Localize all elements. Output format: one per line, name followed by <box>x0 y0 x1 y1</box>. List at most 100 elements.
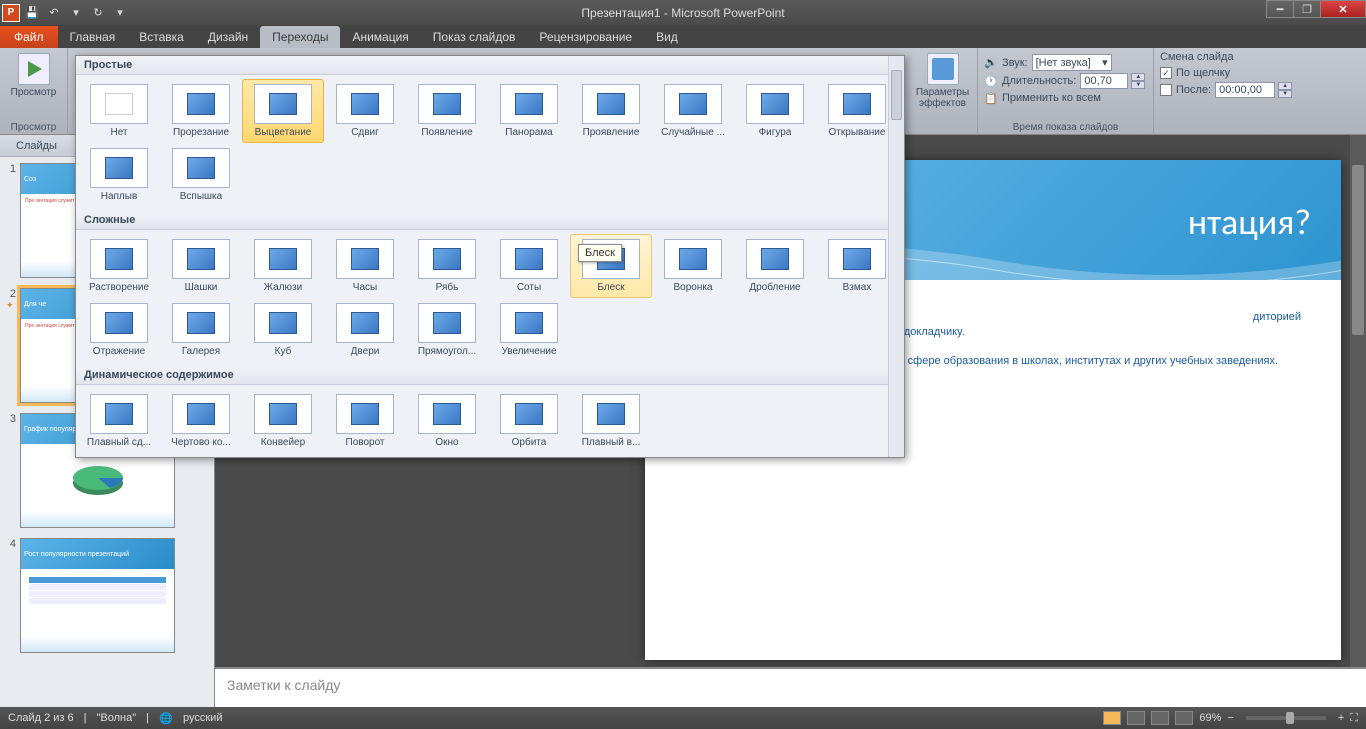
transition-плавныйв[interactable]: Плавный в... <box>570 389 652 453</box>
tab-file[interactable]: Файл <box>0 26 58 48</box>
scrollbar-thumb[interactable] <box>891 70 902 120</box>
after-checkbox[interactable]: После: 00:00,00 ▲▼ <box>1160 82 1338 98</box>
transition-выцветание[interactable]: Выцветание <box>242 79 324 143</box>
transition-icon <box>336 84 394 124</box>
window-title: Презентация1 - Microsoft PowerPoint <box>581 6 784 20</box>
maximize-button[interactable]: ❐ <box>1293 0 1321 18</box>
transition-соты[interactable]: Соты <box>488 234 570 298</box>
transition-icon <box>172 239 230 279</box>
transition-фигура[interactable]: Фигура <box>734 79 816 143</box>
transition-отражение[interactable]: Отражение <box>78 298 160 362</box>
tab-insert[interactable]: Вставка <box>127 26 196 48</box>
tab-view[interactable]: Вид <box>644 26 690 48</box>
transition-случайные[interactable]: Случайные ... <box>652 79 734 143</box>
tab-slideshow[interactable]: Показ слайдов <box>421 26 528 48</box>
transition-icon <box>336 239 394 279</box>
app-icon[interactable]: P <box>2 4 20 22</box>
sound-dropdown[interactable]: [Нет звука]▾ <box>1032 54 1112 71</box>
transition-icon <box>582 394 640 434</box>
view-normal-button[interactable] <box>1103 711 1121 725</box>
transition-шашки[interactable]: Шашки <box>160 234 242 298</box>
tab-design[interactable]: Дизайн <box>196 26 260 48</box>
tab-animations[interactable]: Анимация <box>340 26 420 48</box>
transition-куб[interactable]: Куб <box>242 298 324 362</box>
qat-customize-icon[interactable]: ▾ <box>110 3 130 23</box>
transition-взмах[interactable]: Взмах <box>816 234 898 298</box>
transition-прорезание[interactable]: Прорезание <box>160 79 242 143</box>
on-click-checkbox[interactable]: ✓ По щелчку <box>1160 67 1338 79</box>
group-timing: 🔊 Звук: [Нет звука]▾ 🕐 Длительность: 00,… <box>978 48 1154 135</box>
transition-чертовоко[interactable]: Чертово ко... <box>160 389 242 453</box>
thumb-number: 3 <box>6 413 16 425</box>
effect-options-button[interactable]: Параметры эффектов <box>908 48 978 135</box>
transition-icon <box>664 239 722 279</box>
transition-появление[interactable]: Появление <box>406 79 488 143</box>
view-sorter-button[interactable] <box>1127 711 1145 725</box>
transition-часы[interactable]: Часы <box>324 234 406 298</box>
tab-transitions[interactable]: Переходы <box>260 26 340 48</box>
tab-review[interactable]: Рецензирование <box>527 26 644 48</box>
after-input[interactable]: 00:00,00 <box>1215 82 1275 98</box>
transition-icon <box>500 239 558 279</box>
vertical-scrollbar[interactable] <box>1350 135 1366 667</box>
zoom-out-button[interactable]: − <box>1227 712 1233 724</box>
save-icon[interactable]: 💾 <box>22 3 42 23</box>
transition-увеличение[interactable]: Увеличение <box>488 298 570 362</box>
duration-input[interactable]: 00,70 <box>1080 73 1128 89</box>
thumbnail-4[interactable]: 4Рост популярности презентаций <box>6 538 208 653</box>
gallery-scrollbar[interactable] <box>888 56 904 457</box>
transition-жалюзи[interactable]: Жалюзи <box>242 234 324 298</box>
transition-label: Куб <box>275 346 292 357</box>
transition-наплыв[interactable]: Наплыв <box>78 143 160 207</box>
transition-icon <box>90 303 148 343</box>
fit-button[interactable]: ⛶ <box>1350 712 1358 725</box>
transition-проявление[interactable]: Проявление <box>570 79 652 143</box>
transition-галерея[interactable]: Галерея <box>160 298 242 362</box>
duration-spinner[interactable]: ▲▼ <box>1131 73 1145 89</box>
transition-рябь[interactable]: Рябь <box>406 234 488 298</box>
group-timing-label: Время показа слайдов <box>984 122 1147 135</box>
transition-открывание[interactable]: Открывание <box>816 79 898 143</box>
zoom-in-button[interactable]: + <box>1338 712 1344 724</box>
transition-двери[interactable]: Двери <box>324 298 406 362</box>
transition-орбита[interactable]: Орбита <box>488 389 570 453</box>
minimize-button[interactable]: ━ <box>1266 0 1294 18</box>
title-bar: P 💾 ↶ ▾ ↻ ▾ Презентация1 - Microsoft Pow… <box>0 0 1366 25</box>
view-slideshow-button[interactable] <box>1175 711 1193 725</box>
transition-панорама[interactable]: Панорама <box>488 79 570 143</box>
notes-pane[interactable]: Заметки к слайду <box>215 667 1366 707</box>
transition-сдвиг[interactable]: Сдвиг <box>324 79 406 143</box>
transition-icon <box>90 239 148 279</box>
preview-button[interactable]: Просмотр <box>6 51 61 100</box>
transition-icon <box>254 394 312 434</box>
transition-прямоугол[interactable]: Прямоугол... <box>406 298 488 362</box>
scrollbar-thumb[interactable] <box>1352 165 1364 335</box>
transition-поворот[interactable]: Поворот <box>324 389 406 453</box>
zoom-thumb[interactable] <box>1286 712 1294 724</box>
zoom-slider[interactable] <box>1246 716 1326 720</box>
view-reading-button[interactable] <box>1151 711 1169 725</box>
status-language[interactable]: русский <box>183 712 222 724</box>
thumb-number: 2 <box>6 288 16 300</box>
transition-дробление[interactable]: Дробление <box>734 234 816 298</box>
tab-home[interactable]: Главная <box>58 26 128 48</box>
transition-нет[interactable]: Нет <box>78 79 160 143</box>
after-spinner[interactable]: ▲▼ <box>1278 82 1292 98</box>
transition-icon <box>828 84 886 124</box>
close-button[interactable]: ✕ <box>1320 0 1366 18</box>
zoom-value[interactable]: 69% <box>1199 712 1221 724</box>
transition-вспышка[interactable]: Вспышка <box>160 143 242 207</box>
transition-воронка[interactable]: Воронка <box>652 234 734 298</box>
gallery-grid-simple: НетПрорезаниеВыцветаниеСдвигПоявлениеПан… <box>76 75 904 211</box>
transition-растворение[interactable]: Растворение <box>78 234 160 298</box>
transition-конвейер[interactable]: Конвейер <box>242 389 324 453</box>
tab-slides[interactable]: Слайды <box>6 138 67 154</box>
apply-all-button[interactable]: 📋 Применить ко всем <box>984 91 1147 105</box>
undo-icon[interactable]: ↶ <box>44 3 64 23</box>
transition-плавныйсд[interactable]: Плавный сд... <box>78 389 160 453</box>
transition-label: Отражение <box>93 346 145 357</box>
repeat-icon[interactable]: ↻ <box>88 3 108 23</box>
bullet-1-frag: диторией <box>1253 311 1301 323</box>
redo-icon[interactable]: ▾ <box>66 3 86 23</box>
transition-окно[interactable]: Окно <box>406 389 488 453</box>
